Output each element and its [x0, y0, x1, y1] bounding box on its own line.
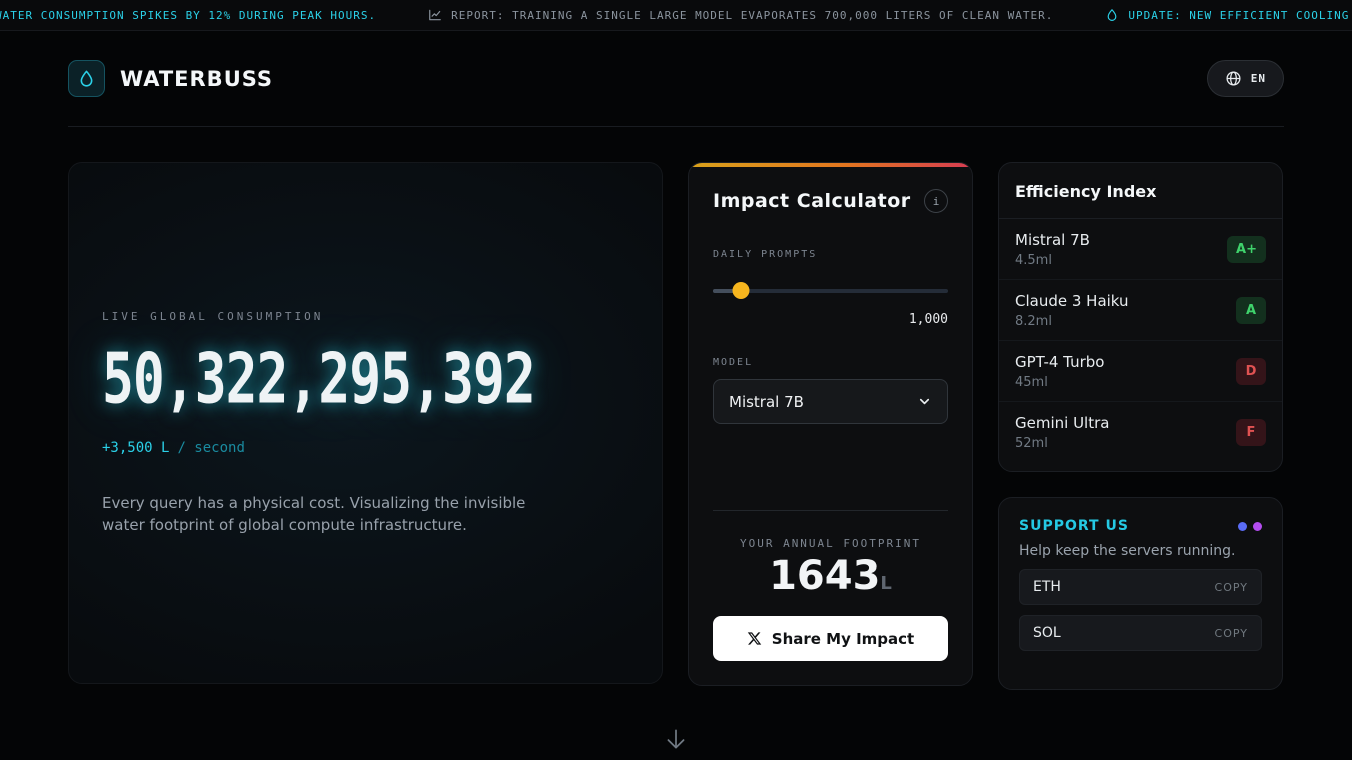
- model-name: Claude 3 Haiku: [1015, 292, 1129, 310]
- daily-prompts-slider[interactable]: [713, 282, 948, 299]
- model-usage: 52ml: [1015, 436, 1109, 451]
- consumption-rate: +3,500 L / second: [102, 440, 662, 456]
- crypto-dots: [1238, 522, 1262, 531]
- share-impact-label: Share My Impact: [772, 630, 914, 648]
- model-label: MODEL: [713, 357, 948, 368]
- model-usage: 8.2ml: [1015, 314, 1129, 329]
- grade-badge: D: [1236, 358, 1266, 385]
- annual-footprint-label: YOUR ANNUAL FOOTPRINT: [713, 537, 948, 550]
- share-impact-button[interactable]: Share My Impact: [713, 616, 948, 661]
- model-name: Mistral 7B: [1015, 231, 1090, 249]
- info-icon[interactable]: i: [924, 189, 948, 213]
- news-ticker: WATER CONSUMPTION SPIKES BY 12% DURING P…: [0, 0, 1352, 31]
- ticker-item: WATER CONSUMPTION SPIKES BY 12% DURING P…: [0, 9, 376, 22]
- footprint-unit: L: [880, 573, 891, 594]
- rate-unit: / second: [177, 440, 244, 456]
- ticker-item: UPDATE: NEW EFFICIENT COOLING SYSTEMS DE…: [1105, 8, 1352, 22]
- chart-icon: [428, 8, 442, 22]
- live-consumption-label: LIVE GLOBAL CONSUMPTION: [102, 310, 662, 323]
- hero-description: Every query has a physical cost. Visuali…: [102, 492, 564, 537]
- app-header: WATERBUSS EN: [68, 31, 1284, 127]
- efficiency-row: Mistral 7B 4.5ml A+: [999, 219, 1282, 280]
- droplet-icon: [1105, 8, 1119, 22]
- grade-badge: F: [1236, 419, 1266, 446]
- wallet-label: SOL: [1033, 625, 1061, 641]
- efficiency-index-panel: Efficiency Index Mistral 7B 4.5ml A+ Cla…: [998, 162, 1283, 472]
- model-name: GPT-4 Turbo: [1015, 353, 1104, 371]
- copy-sol-button[interactable]: COPY: [1215, 627, 1248, 640]
- scroll-down-indicator[interactable]: [0, 726, 1352, 752]
- efficiency-row: Claude 3 Haiku 8.2ml A: [999, 280, 1282, 341]
- main-content: LIVE GLOBAL CONSUMPTION 50,322,295,392 +…: [68, 162, 1284, 690]
- live-consumption-panel: LIVE GLOBAL CONSUMPTION 50,322,295,392 +…: [68, 162, 663, 684]
- language-button[interactable]: EN: [1207, 60, 1284, 97]
- slider-thumb[interactable]: [733, 282, 750, 299]
- sol-wallet-row[interactable]: SOL COPY: [1019, 615, 1262, 651]
- impact-calculator-panel: Impact Calculator i DAILY PROMPTS 1,000 …: [688, 162, 973, 686]
- app-logo: [68, 60, 105, 97]
- model-selected-value: Mistral 7B: [729, 393, 804, 411]
- eth-wallet-row[interactable]: ETH COPY: [1019, 569, 1262, 605]
- model-usage: 45ml: [1015, 375, 1104, 390]
- sol-dot-icon: [1253, 522, 1262, 531]
- calculator-title: Impact Calculator: [713, 190, 911, 212]
- language-label: EN: [1251, 72, 1266, 85]
- support-subtitle: Help keep the servers running.: [1019, 543, 1262, 559]
- ticker-item: REPORT: TRAINING A SINGLE LARGE MODEL EV…: [428, 8, 1053, 22]
- model-usage: 4.5ml: [1015, 253, 1090, 268]
- ticker-text: REPORT: TRAINING A SINGLE LARGE MODEL EV…: [451, 9, 1053, 22]
- daily-prompts-label: DAILY PROMPTS: [713, 249, 948, 260]
- wallet-label: ETH: [1033, 579, 1061, 595]
- grade-badge: A+: [1227, 236, 1266, 263]
- brand: WATERBUSS: [68, 60, 273, 97]
- globe-icon: [1225, 70, 1242, 87]
- eth-dot-icon: [1238, 522, 1247, 531]
- grade-badge: A: [1236, 297, 1266, 324]
- support-us-title: SUPPORT US: [1019, 518, 1129, 534]
- global-consumption-counter: 50,322,295,392: [102, 339, 662, 420]
- daily-prompts-value: 1,000: [713, 312, 948, 327]
- annual-footprint-value: 1643L: [713, 556, 948, 596]
- model-name: Gemini Ultra: [1015, 414, 1109, 432]
- brand-title: WATERBUSS: [120, 67, 273, 91]
- efficiency-row: Gemini Ultra 52ml F: [999, 402, 1282, 463]
- ticker-text: UPDATE: NEW EFFICIENT COOLING SYSTEMS DE…: [1128, 9, 1352, 22]
- divider: [713, 510, 948, 511]
- support-us-panel: SUPPORT US Help keep the servers running…: [998, 497, 1283, 690]
- x-twitter-icon: [747, 631, 762, 646]
- ticker-text: WATER CONSUMPTION SPIKES BY 12% DURING P…: [0, 9, 376, 22]
- efficiency-row: GPT-4 Turbo 45ml D: [999, 341, 1282, 402]
- right-column: Efficiency Index Mistral 7B 4.5ml A+ Cla…: [998, 162, 1283, 690]
- model-select[interactable]: Mistral 7B: [713, 379, 948, 424]
- water-drop-icon: [77, 69, 96, 88]
- footprint-number: 1643: [769, 553, 880, 599]
- efficiency-index-title: Efficiency Index: [999, 163, 1282, 219]
- rate-value: +3,500 L: [102, 440, 169, 456]
- copy-eth-button[interactable]: COPY: [1215, 581, 1248, 594]
- arrow-down-icon: [663, 726, 689, 752]
- chevron-down-icon: [917, 394, 932, 409]
